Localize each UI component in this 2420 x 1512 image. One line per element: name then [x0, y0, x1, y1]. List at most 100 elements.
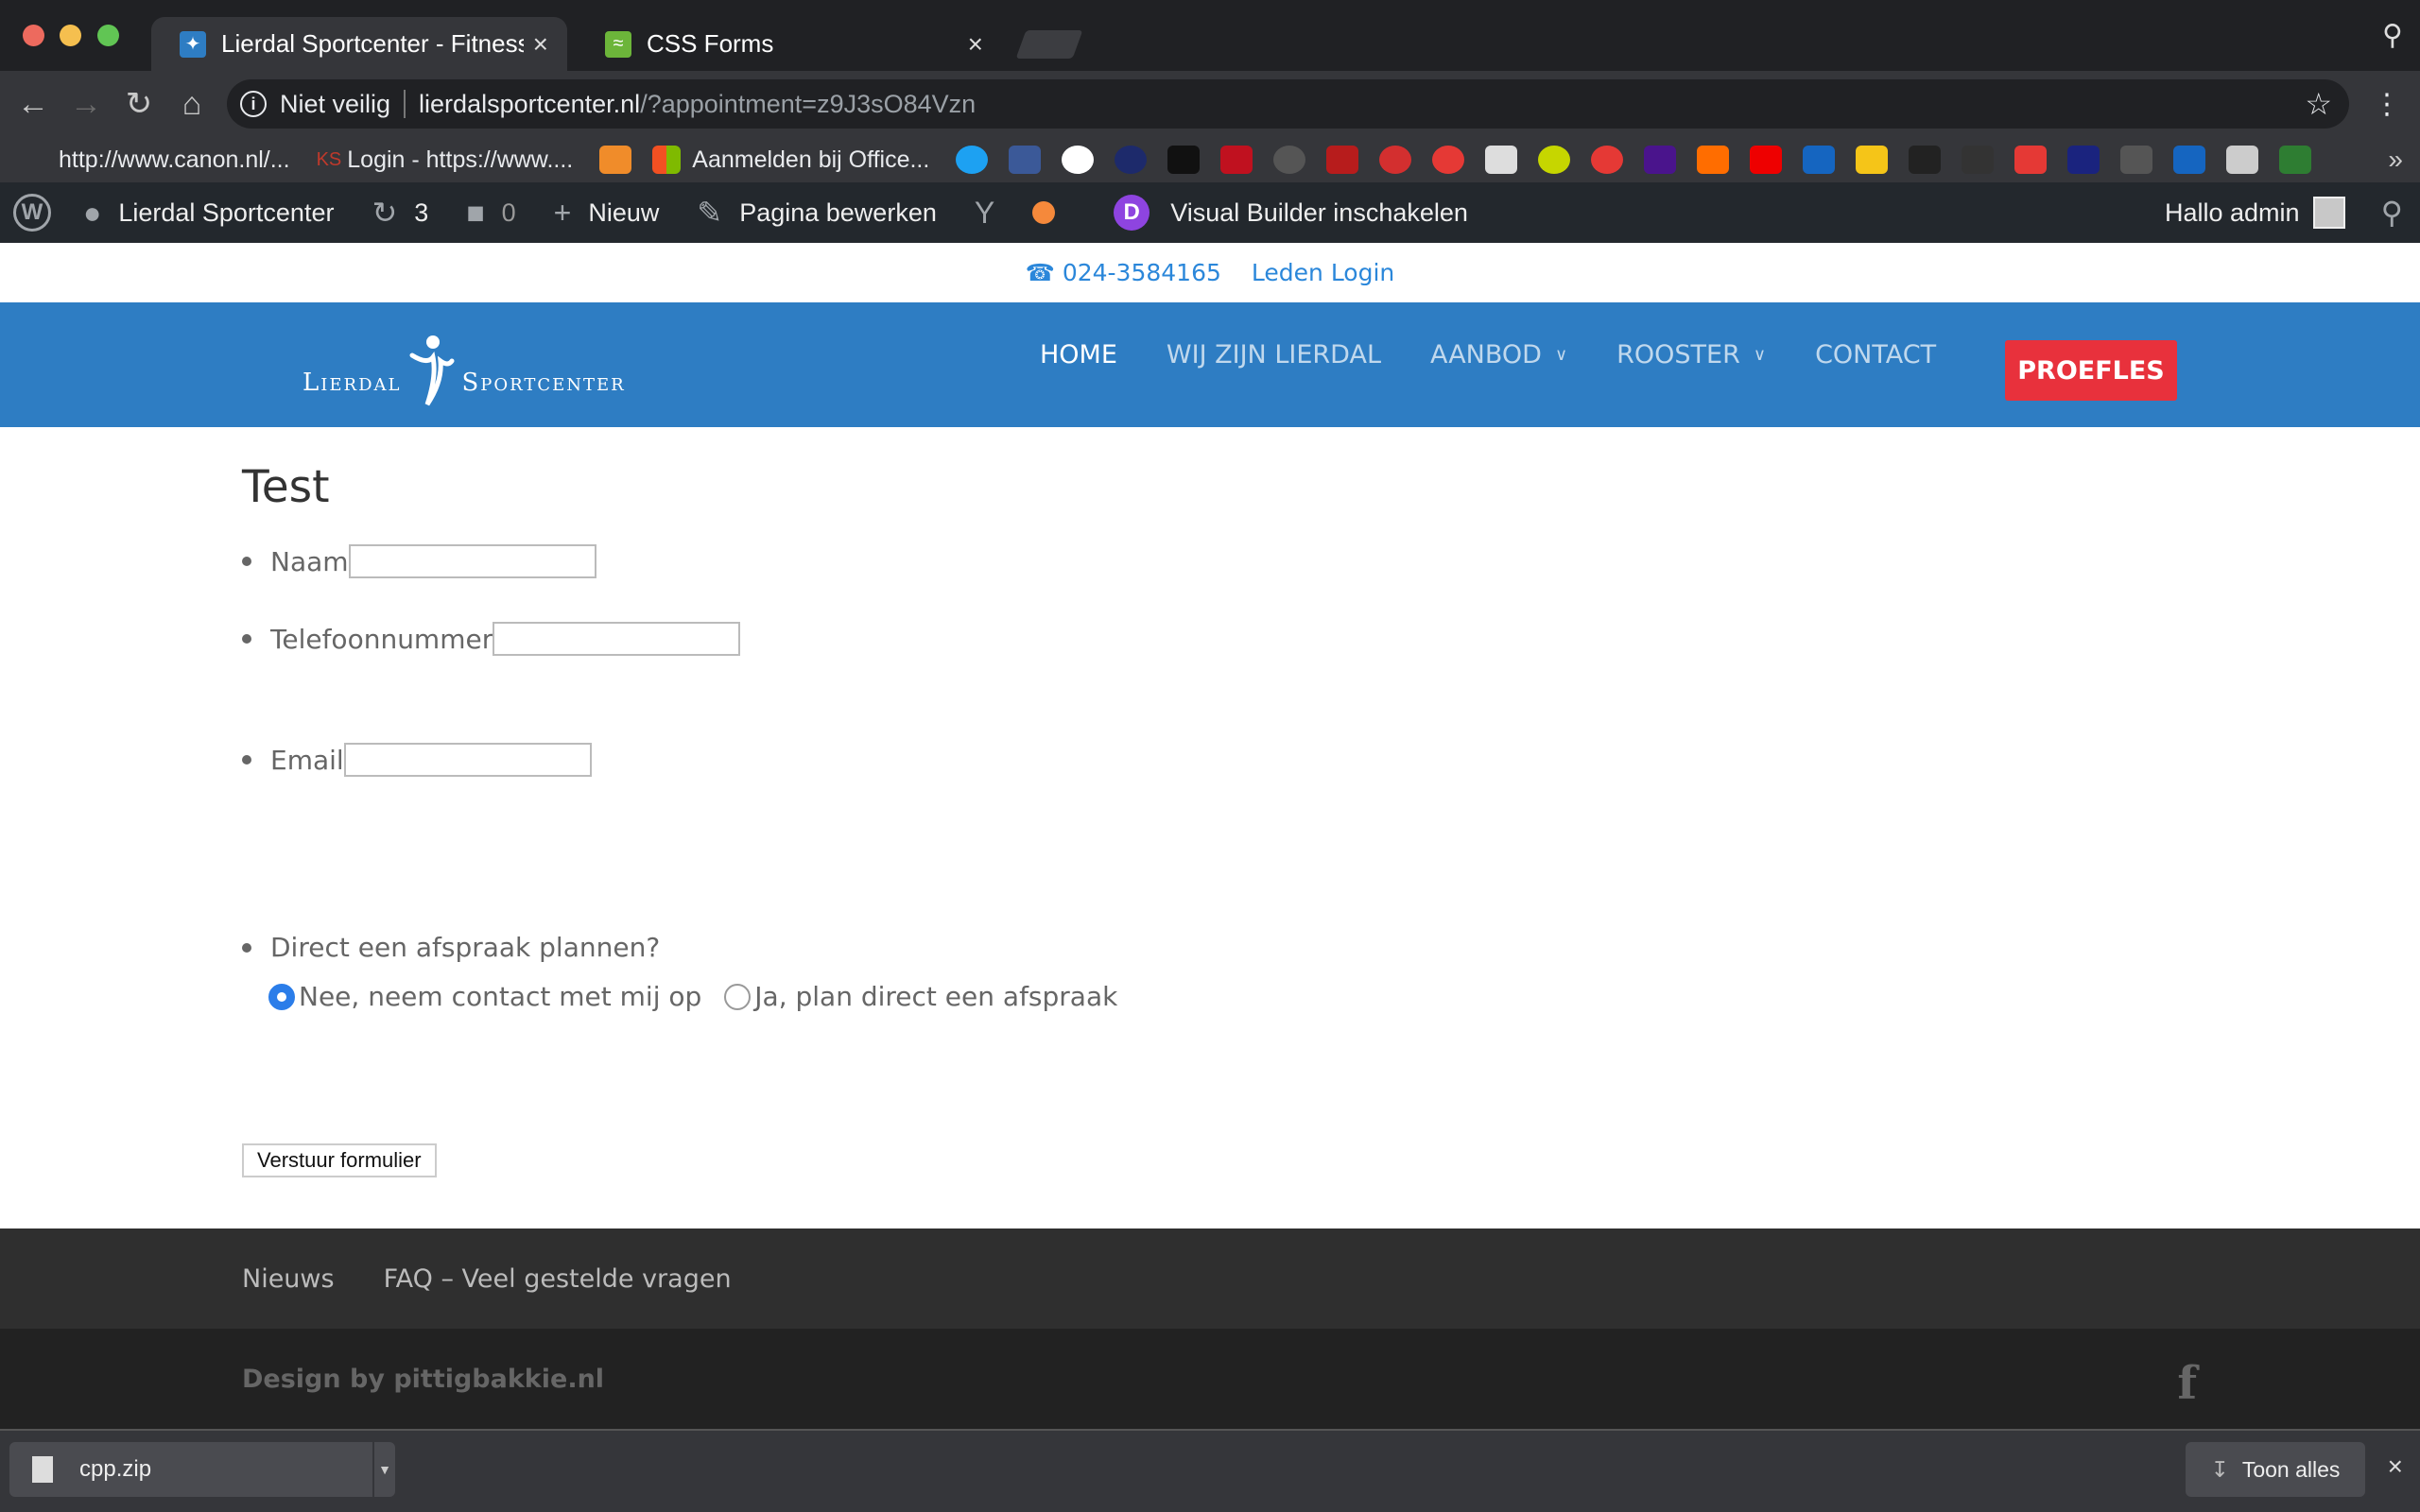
bookmark-target-icon[interactable] — [1379, 146, 1412, 174]
site-logo[interactable]: Lierdal Sportcenter — [302, 323, 626, 408]
bookmark-smile-icon[interactable] — [1538, 146, 1571, 174]
tab-close-icon[interactable]: × — [968, 29, 983, 60]
phone-input[interactable] — [493, 622, 741, 656]
bookmark-blue-icon[interactable] — [1803, 146, 1836, 174]
radio-plan-direct[interactable] — [724, 983, 752, 1010]
show-all-downloads-button[interactable]: ↧ Toon alles — [2186, 1442, 2365, 1497]
footer-link-faq[interactable]: FAQ – Veel gestelde vragen — [384, 1264, 732, 1294]
phone-link[interactable]: ☎ 024-3584165 — [1026, 259, 1221, 286]
bookmark-image-icon[interactable] — [1485, 146, 1518, 174]
bookmark-login[interactable]: KS Login - https://www.... — [317, 146, 574, 174]
bookmark-crown-icon[interactable] — [2120, 146, 2153, 174]
twitter-icon[interactable] — [956, 146, 989, 174]
nav-rooster[interactable]: ROOSTER ∨ — [1616, 340, 1766, 369]
site-header: Lierdal Sportcenter HOME WIJ ZIJN LIERDA… — [0, 302, 2420, 427]
bookmark-r-icon[interactable] — [2014, 146, 2048, 174]
bookmark-page-icon[interactable] — [2226, 146, 2259, 174]
nav-home[interactable]: HOME — [1040, 340, 1117, 369]
back-arrow-icon[interactable]: ← — [9, 80, 57, 128]
nu-red-icon[interactable] — [1220, 146, 1253, 174]
appointment-question: Direct een afspraak plannen? — [270, 932, 661, 963]
bookmark-chart-icon[interactable] — [599, 146, 632, 174]
footer-link-nieuws[interactable]: Nieuws — [242, 1264, 335, 1294]
close-downloads-icon[interactable]: × — [2388, 1452, 2403, 1482]
bookmark-h-icon[interactable] — [1591, 146, 1624, 174]
bookmark-circle-icon[interactable] — [1273, 146, 1306, 174]
tab-css-forms[interactable]: ≈ CSS Forms × — [577, 17, 1002, 71]
browser-menu-icon[interactable]: ⋮ — [2373, 88, 2401, 121]
radio-contact-me[interactable] — [268, 983, 295, 1010]
footer-credit[interactable]: Design by pittigbakkie.nl — [242, 1365, 604, 1394]
radio-plan-direct-label[interactable]: Ja, plan direct een afspraak — [754, 981, 1117, 1012]
wordpress-logo-icon[interactable]: W — [13, 194, 51, 232]
imdb-icon[interactable] — [1856, 146, 1889, 174]
bookmark-canon[interactable]: http://www.canon.nl/... — [59, 146, 290, 174]
address-divider — [404, 90, 406, 118]
address-bar[interactable]: i Niet veilig lierdalsportcenter.nl /?ap… — [227, 79, 2349, 129]
bookmark-fw-icon[interactable] — [2279, 146, 2312, 174]
new-tab-button[interactable] — [1015, 30, 1083, 59]
members-login-link[interactable]: Leden Login — [1252, 259, 1394, 286]
bookmark-apple-icon[interactable] — [1432, 146, 1465, 174]
bookmark-s-icon[interactable] — [1909, 146, 1942, 174]
facebook-icon[interactable] — [1009, 146, 1042, 174]
admin-new[interactable]: + Nieuw — [554, 196, 660, 231]
appointment-question-row: Direct een afspraak plannen? — [242, 932, 660, 963]
download-menu-chevron-icon[interactable]: ▼ — [372, 1442, 395, 1497]
logo-text-left: Lierdal — [302, 369, 402, 397]
tab-close-icon[interactable]: × — [533, 29, 548, 60]
bookmark-321-icon[interactable] — [2067, 146, 2100, 174]
admin-site-link[interactable]: ● Lierdal Sportcenter — [83, 196, 334, 231]
bookmark-office[interactable]: Aanmelden bij Office... — [652, 146, 929, 174]
admin-updates[interactable]: ↻ 3 — [372, 195, 428, 231]
bookmark-flag-icon[interactable] — [1644, 146, 1677, 174]
nav-contact[interactable]: CONTACT — [1815, 340, 1936, 369]
chevron-down-icon: ∨ — [1753, 345, 1767, 365]
bookmark-diamond-icon[interactable] — [1697, 146, 1730, 174]
info-icon[interactable]: i — [240, 91, 267, 117]
appointment-radio-group: Nee, neem contact met mij op Ja, plan di… — [268, 981, 1117, 1012]
visual-builder-label: Visual Builder inschakelen — [1170, 198, 1468, 227]
name-input[interactable] — [348, 544, 596, 578]
bookmark-alert-icon[interactable] — [1750, 146, 1783, 174]
file-icon — [32, 1456, 53, 1483]
nav-wij-zijn-lierdal[interactable]: WIJ ZIJN LIERDAL — [1167, 340, 1381, 369]
dashboard-icon: ● — [83, 195, 102, 230]
download-item[interactable]: cpp.zip ▼ — [9, 1442, 395, 1497]
home-icon[interactable]: ⌂ — [168, 80, 216, 128]
bookmark-dark-icon[interactable] — [1962, 146, 1995, 174]
avatar[interactable] — [2312, 197, 2345, 229]
search-icon[interactable]: ⚲ — [2381, 195, 2403, 231]
name-field-row: Naam — [242, 544, 596, 578]
vz-icon[interactable] — [1167, 146, 1201, 174]
visual-builder-toggle[interactable]: D Visual Builder inschakelen — [1114, 195, 1468, 231]
window-minimize-button[interactable] — [60, 25, 81, 46]
tab-lierdal[interactable]: ✦ Lierdal Sportcenter - Fitness, G × — [151, 17, 567, 71]
reload-icon[interactable]: ↻ — [115, 80, 163, 128]
pencil-icon: ✎ — [697, 196, 723, 230]
forward-arrow-icon[interactable]: → — [62, 80, 110, 128]
window-close-button[interactable] — [23, 25, 44, 46]
facebook-icon[interactable]: f — [2177, 1357, 2197, 1410]
yoast-icon: Y — [974, 195, 995, 230]
main-content: Test Naam Telefoonnummer Email Direct ee… — [242, 427, 2178, 1228]
google-icon[interactable] — [1062, 146, 1095, 174]
admin-edit-page[interactable]: ✎ Pagina bewerken — [697, 195, 936, 231]
name-label: Naam — [270, 545, 349, 577]
email-input[interactable] — [343, 743, 592, 777]
window-zoom-button[interactable] — [97, 25, 119, 46]
proefles-button[interactable]: PROEFLES — [2005, 340, 2177, 401]
admin-greeting[interactable]: Hallo admin — [2165, 198, 2300, 228]
radio-contact-me-label[interactable]: Nee, neem contact met mij op — [299, 981, 701, 1012]
nav-aanbod[interactable]: AANBOD ∨ — [1430, 340, 1567, 369]
bookmark-m-icon[interactable] — [2173, 146, 2206, 174]
yoast-menu[interactable]: Y — [975, 196, 1011, 231]
bookmarks-overflow-icon[interactable]: » — [2388, 145, 2403, 175]
submit-form-button[interactable]: Verstuur formulier — [242, 1143, 437, 1177]
tab-title: CSS Forms — [647, 29, 774, 58]
nu-icon[interactable] — [1115, 146, 1148, 174]
bookmark-red-icon[interactable] — [1326, 146, 1359, 174]
admin-comments[interactable]: ■ 0 — [466, 196, 515, 231]
bookmark-star-icon[interactable]: ☆ — [2305, 86, 2332, 122]
url-path: /?appointment=z9J3sO84Vzn — [640, 89, 977, 118]
